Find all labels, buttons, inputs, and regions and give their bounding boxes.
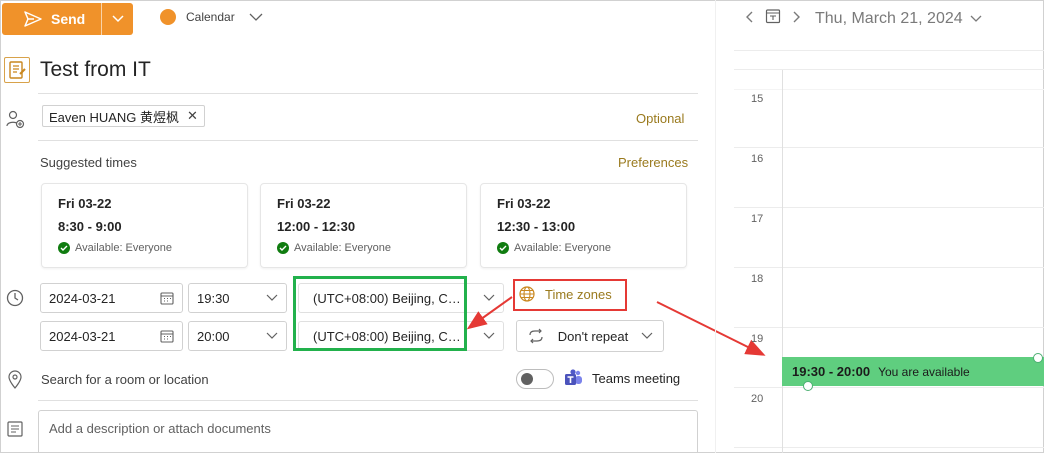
hour-line	[734, 69, 1044, 70]
hour-line	[734, 89, 1044, 90]
event-resize-handle-bottom[interactable]	[803, 381, 813, 391]
next-day-button[interactable]	[793, 10, 801, 28]
teams-icon	[565, 369, 582, 385]
header-divider	[734, 50, 1044, 51]
calendar-header: Thu, March 21, 2024	[745, 8, 982, 29]
hour-label: 15	[751, 93, 764, 105]
toggle-knob	[521, 373, 533, 385]
calendar-event-block[interactable]: 19:30 - 20:00 You are available	[782, 357, 1044, 386]
hour-line	[734, 447, 1044, 448]
hour-line	[734, 147, 1044, 148]
hour-label: 20	[751, 393, 764, 405]
hour-line	[734, 267, 1044, 268]
event-resize-handle-top[interactable]	[1033, 353, 1043, 363]
hour-line	[734, 387, 1044, 388]
location-input[interactable]: Search for a room or location	[41, 372, 209, 387]
event-availability: You are available	[878, 364, 970, 379]
hour-label: 19	[751, 333, 764, 345]
arrow-to-timezone	[466, 296, 513, 330]
description-placeholder: Add a description or attach documents	[49, 421, 271, 436]
hour-label: 18	[751, 273, 764, 285]
location-pin-icon	[4, 368, 26, 390]
calendar-today-icon	[765, 9, 781, 24]
event-time-range: 19:30 - 20:00	[792, 364, 871, 379]
previous-day-button[interactable]	[745, 10, 753, 28]
teams-meeting-toggle[interactable]	[516, 369, 554, 389]
notes-icon	[4, 418, 26, 440]
teams-meeting-label-group: Teams meeting	[564, 368, 680, 388]
calendar-date-picker[interactable]: Thu, March 21, 2024	[815, 10, 982, 28]
chevron-right-icon	[793, 11, 800, 22]
description-editor[interactable]: Add a description or attach documents	[38, 410, 698, 453]
time-gutter-line	[782, 70, 783, 453]
location-divider	[38, 400, 698, 401]
go-to-today-button[interactable]	[765, 8, 781, 29]
hour-label: 16	[751, 153, 764, 165]
calendar-date-label: Thu, March 21, 2024	[815, 9, 963, 27]
chevron-left-icon	[746, 11, 753, 22]
hour-label: 17	[751, 213, 764, 225]
hour-line	[734, 327, 1044, 328]
teams-meeting-label: Teams meeting	[592, 370, 681, 386]
hour-line	[734, 207, 1044, 208]
chevron-down-icon	[970, 15, 982, 22]
